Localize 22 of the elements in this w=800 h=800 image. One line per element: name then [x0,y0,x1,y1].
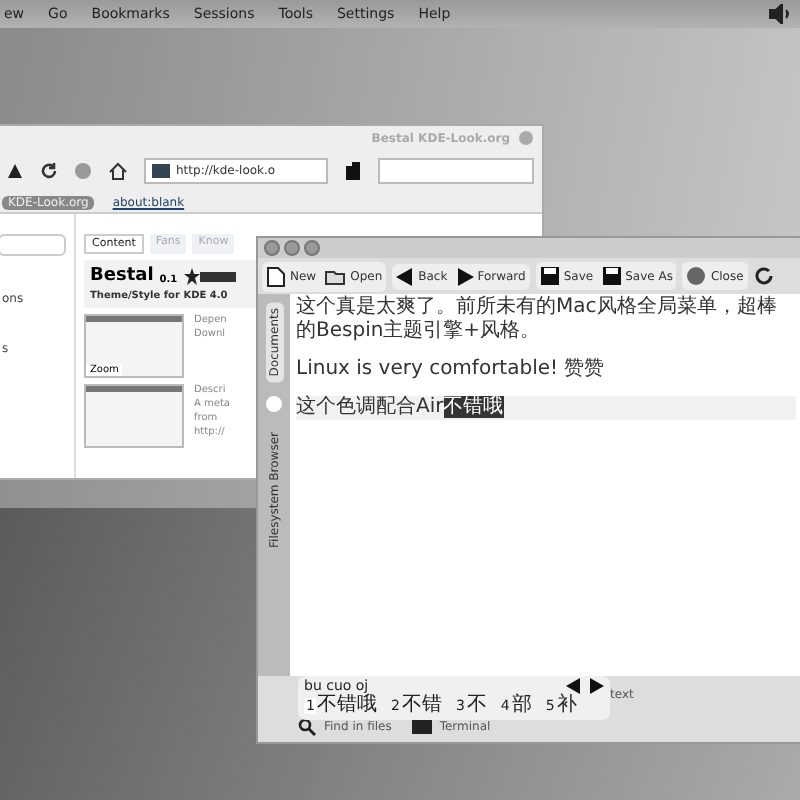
home-icon[interactable] [108,162,128,180]
search-icon [298,717,316,735]
favicon-icon [152,164,170,178]
back-icon[interactable] [6,162,24,180]
close-icon [686,266,707,286]
folder-icon [324,266,347,286]
text-line: 这个真是太爽了。前所未有的Mac风格全局菜单，超棒的Bespin主题引擎+风格。 [296,296,779,344]
circle-icon [264,394,284,415]
product-title: Bestal [90,266,154,286]
reload-icon[interactable] [40,162,58,180]
reload-icon[interactable] [753,266,774,286]
speaker-icon[interactable] [768,4,792,24]
screenshot-thumbnail[interactable] [84,384,184,448]
next-page-icon[interactable] [590,678,604,694]
dropdown-field[interactable] [0,234,66,256]
text-line: Linux is very comfortable! 赞赞 [296,358,607,382]
star-badge-icon [183,268,236,286]
left-arrow-icon [396,267,415,285]
search-field[interactable] [378,158,534,184]
previous-page-icon[interactable] [566,678,580,694]
right-arrow-icon [455,267,474,285]
bookmark-icon[interactable] [344,160,362,182]
